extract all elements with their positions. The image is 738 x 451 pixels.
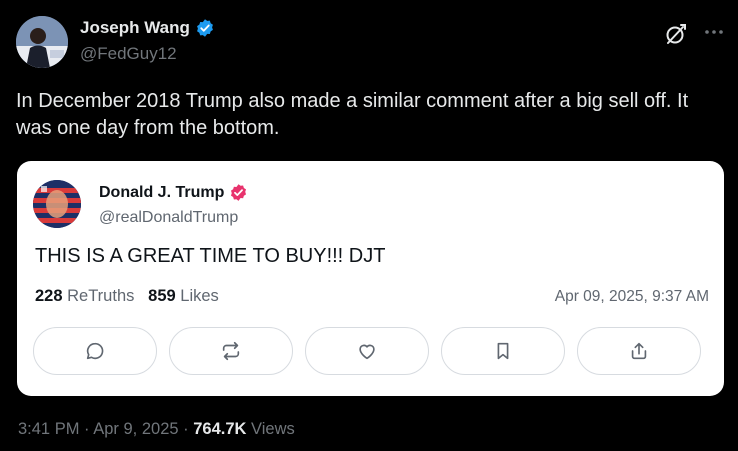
verified-badge-icon bbox=[231, 184, 247, 201]
reply-button[interactable] bbox=[33, 327, 157, 375]
retruth-button[interactable] bbox=[169, 327, 293, 375]
separator: · bbox=[183, 420, 189, 438]
author-name-row[interactable]: Joseph Wang bbox=[80, 18, 215, 38]
views-label[interactable]: Views bbox=[251, 420, 295, 438]
reply-icon bbox=[86, 342, 104, 360]
tweet-text: In December 2018 Trump also made a simil… bbox=[16, 90, 689, 139]
bookmark-icon bbox=[497, 342, 509, 360]
views-count[interactable]: 764.7K bbox=[193, 420, 246, 438]
quoted-author-handle[interactable]: @realDonaldTrump bbox=[99, 209, 238, 227]
quoted-author-avatar[interactable] bbox=[33, 180, 81, 228]
retruths-count: 228 bbox=[35, 287, 63, 305]
like-button[interactable] bbox=[305, 327, 429, 375]
tweet-metadata: 3:41 PM · Apr 9, 2025 · 764.7K Views bbox=[18, 420, 295, 439]
quoted-post-text: THIS IS A GREAT TIME TO BUY!!! DJT bbox=[35, 245, 386, 267]
quoted-post-actions bbox=[33, 327, 701, 375]
tweet-time[interactable]: 3:41 PM bbox=[18, 420, 79, 438]
quoted-post-card[interactable]: Donald J. Trump @realDonaldTrump THIS IS… bbox=[17, 161, 724, 396]
retruths-label: ReTruths bbox=[67, 287, 135, 305]
quoted-post-timestamp[interactable]: Apr 09, 2025, 9:37 AM bbox=[555, 288, 709, 306]
author-handle[interactable]: @FedGuy12 bbox=[80, 44, 177, 64]
likes-label: Likes bbox=[180, 287, 219, 305]
tweet-date[interactable]: Apr 9, 2025 bbox=[93, 420, 178, 438]
share-icon bbox=[631, 342, 647, 360]
separator: · bbox=[84, 420, 90, 438]
grok-icon[interactable] bbox=[664, 22, 688, 46]
share-button[interactable] bbox=[577, 327, 701, 375]
verified-badge-icon bbox=[196, 19, 213, 37]
quoted-author-name[interactable]: Donald J. Trump bbox=[99, 184, 224, 202]
author-name[interactable]: Joseph Wang bbox=[80, 18, 190, 38]
quoted-author-name-row[interactable]: Donald J. Trump bbox=[99, 183, 248, 202]
likes-count: 859 bbox=[148, 287, 176, 305]
more-icon[interactable] bbox=[703, 21, 725, 43]
retruth-icon bbox=[222, 341, 240, 361]
bookmark-button[interactable] bbox=[441, 327, 565, 375]
quoted-post-stats: 228 ReTruths 859 Likes bbox=[35, 287, 219, 306]
like-icon bbox=[359, 344, 375, 360]
author-avatar[interactable] bbox=[16, 16, 68, 68]
